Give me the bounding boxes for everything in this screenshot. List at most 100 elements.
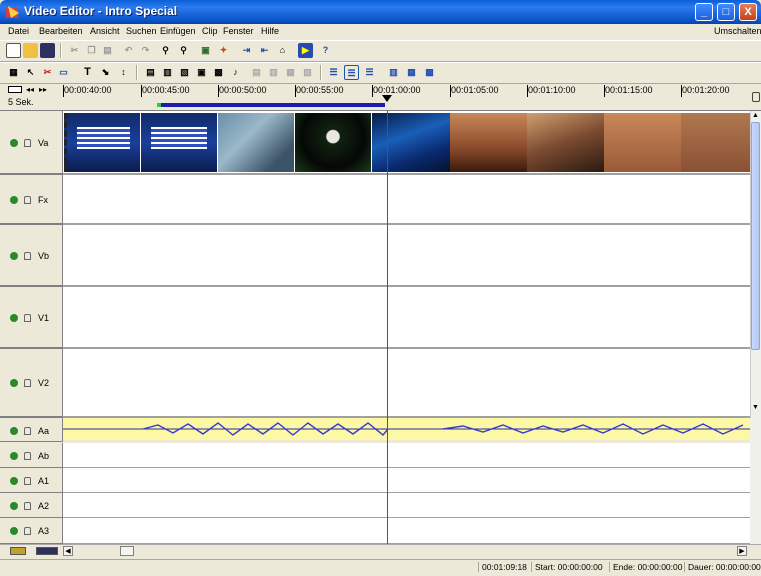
close-button[interactable]: X (739, 3, 757, 21)
ruler-lock-icon[interactable] (752, 92, 760, 102)
menu-einfuegen[interactable]: Einfügen (160, 26, 196, 36)
menu-suchen[interactable]: Suchen (126, 26, 157, 36)
columns-icon[interactable]: ▥ (386, 65, 401, 80)
video-clip-thumbnail[interactable] (527, 113, 604, 172)
menu-hilfe[interactable]: Hilfe (261, 26, 279, 36)
list-icon[interactable]: ☰ (326, 65, 341, 80)
disabled-tool-icon[interactable]: ▧ (300, 65, 315, 80)
split-icon[interactable]: ↕ (116, 65, 131, 80)
lock-icon[interactable] (24, 527, 31, 535)
menu-datei[interactable]: Datei (8, 26, 29, 36)
scroll-left-icon[interactable]: ◀ (63, 546, 73, 556)
horizontal-scrollbar[interactable] (0, 544, 761, 558)
lock-icon[interactable] (24, 379, 31, 387)
disabled-tool-icon[interactable]: ▤ (249, 65, 264, 80)
horizontal-scroll-thumb[interactable] (120, 546, 134, 556)
marker-icon[interactable]: ⬊ (98, 65, 113, 80)
trim-end-icon[interactable]: ▥ (160, 65, 175, 80)
new-file-icon[interactable] (6, 43, 21, 58)
paste-icon[interactable]: ▤ (100, 43, 115, 58)
speaker-icon[interactable] (10, 379, 18, 387)
menu-ansicht[interactable]: Ansicht (90, 26, 120, 36)
video-clip-thumbnail[interactable] (218, 113, 294, 172)
scroll-right-icon[interactable]: ▶ (737, 546, 747, 556)
lock-icon[interactable] (24, 427, 31, 435)
track-lane-v2[interactable] (63, 349, 750, 418)
video-clip-thumbnail[interactable] (681, 113, 750, 172)
insert-clip-icon[interactable]: ▣ (194, 65, 209, 80)
video-clip-thumbnail[interactable] (141, 113, 217, 172)
help-pointer-icon[interactable]: ? (318, 43, 333, 58)
undo-icon[interactable]: ↶ (121, 43, 136, 58)
speaker-icon[interactable] (10, 477, 18, 485)
menu-clip[interactable]: Clip (202, 26, 218, 36)
list-indent-icon[interactable]: ☰ (362, 65, 377, 80)
speaker-icon[interactable] (10, 314, 18, 322)
video-clip-thumbnail[interactable] (450, 113, 527, 172)
find-icon[interactable]: ⚲ (158, 43, 173, 58)
track-lane-fx[interactable] (63, 175, 750, 225)
find-next-icon[interactable]: ⚲ (176, 43, 191, 58)
maximize-button[interactable]: □ (717, 3, 735, 21)
lock-icon[interactable] (24, 196, 31, 204)
copy-icon[interactable]: ❐ (84, 43, 99, 58)
media-library-icon[interactable]: ▣ (198, 43, 213, 58)
lock-icon[interactable] (24, 252, 31, 260)
speaker-icon[interactable] (10, 252, 18, 260)
vertical-scroll-thumb[interactable] (751, 122, 760, 350)
ripple-icon[interactable]: ▧ (177, 65, 192, 80)
scroll-up-icon[interactable]: ▲ (751, 112, 760, 121)
lock-icon[interactable] (24, 502, 31, 510)
scroll-down-icon[interactable]: ▼ (751, 404, 760, 413)
forward-icon[interactable]: ▸▸ (39, 85, 47, 94)
audio-clip-aa[interactable] (63, 418, 750, 440)
cut-icon[interactable]: ✂ (67, 43, 82, 58)
zoom-in-icon[interactable] (36, 547, 58, 555)
selection-range-bar[interactable] (157, 103, 385, 107)
trim-start-icon[interactable]: ▤ (143, 65, 158, 80)
render-icon[interactable]: ▶ (298, 43, 313, 58)
speaker-icon[interactable] (10, 452, 18, 460)
track-lane-v1[interactable] (63, 287, 750, 349)
open-folder-icon[interactable] (23, 43, 38, 58)
track-lane-a1[interactable] (63, 468, 750, 493)
list-active-icon[interactable]: ☰ (344, 65, 359, 80)
home-icon[interactable]: ⌂ (275, 43, 290, 58)
rewind-icon[interactable]: ◂◂ (26, 85, 34, 94)
playhead-handle[interactable] (382, 95, 392, 102)
track-lane-ab[interactable] (63, 443, 750, 468)
disabled-tool-icon[interactable]: ▥ (266, 65, 281, 80)
redo-icon[interactable]: ↷ (138, 43, 153, 58)
track-lane-vb[interactable] (63, 225, 750, 287)
export-icon[interactable]: ⇤ (257, 43, 272, 58)
timeline-view-icon[interactable] (8, 86, 22, 93)
menu-bearbeiten[interactable]: Bearbeiten (39, 26, 83, 36)
text-tool-icon[interactable]: T (80, 65, 95, 80)
menu-umschalten[interactable]: Umschalten (714, 26, 761, 36)
speaker-icon[interactable] (10, 502, 18, 510)
import-icon[interactable]: ⇥ (239, 43, 254, 58)
speaker-icon[interactable] (10, 139, 18, 147)
scissors-tool-icon[interactable]: ✂ (40, 65, 55, 80)
pointer-tool-icon[interactable]: ↖ (23, 65, 38, 80)
video-clip-thumbnail[interactable] (64, 113, 140, 172)
speaker-icon[interactable] (10, 527, 18, 535)
zoom-out-icon[interactable] (10, 547, 26, 555)
arrange-icon[interactable]: ▦ (404, 65, 419, 80)
video-clip-thumbnail[interactable] (295, 113, 371, 172)
playhead-line[interactable] (387, 111, 388, 544)
overwrite-clip-icon[interactable]: ▩ (211, 65, 226, 80)
track-lane-a3[interactable] (63, 518, 750, 544)
lock-icon[interactable] (24, 139, 31, 147)
lock-icon[interactable] (24, 477, 31, 485)
speaker-icon[interactable] (10, 196, 18, 204)
minimize-button[interactable]: _ (695, 3, 713, 21)
grid-icon[interactable]: ▦ (6, 65, 21, 80)
video-clip-thumbnail[interactable] (372, 113, 450, 172)
menu-fenster[interactable]: Fenster (223, 26, 254, 36)
lock-icon[interactable] (24, 452, 31, 460)
save-icon[interactable] (40, 43, 55, 58)
speaker-icon[interactable] (10, 427, 18, 435)
effects-icon[interactable]: ✦ (216, 43, 231, 58)
table-icon[interactable]: ▩ (422, 65, 437, 80)
